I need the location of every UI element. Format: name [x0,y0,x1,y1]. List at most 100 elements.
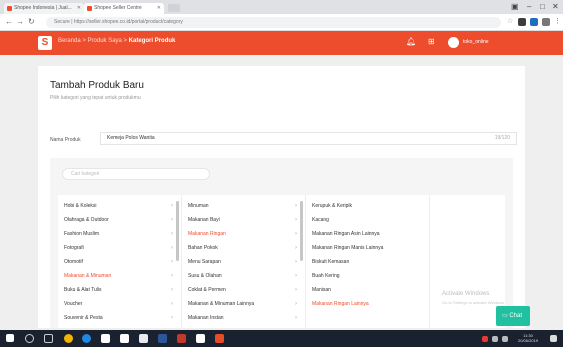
category-item[interactable]: Makanan Ringan Manis Lainnya [312,245,383,251]
apps-grid-icon[interactable]: ⊞ [428,37,435,46]
chevron-right-icon: › [171,245,173,251]
close-window-icon[interactable]: ✕ [552,2,559,11]
url-input[interactable]: Secure | https://seller.shopee.co.id/por… [46,17,501,28]
category-item[interactable]: Makanan & Minuman [64,273,111,279]
new-tab-button[interactable] [168,4,180,12]
product-name-label: Nama Produk [50,137,81,143]
category-item[interactable]: Kerupuk & Keripik [312,203,352,209]
chrome-icon[interactable] [64,334,73,343]
tray-icon[interactable] [482,336,488,342]
app-icon[interactable] [196,334,205,343]
column-scrollbar[interactable] [176,201,179,261]
category-search-input[interactable]: Cari kategori [62,168,210,180]
category-item[interactable]: Hobi & Koleksi [64,203,97,209]
category-column-level3: Kerupuk & Keripik Kacang Makanan Ringan As… [306,195,430,328]
volume-icon[interactable] [502,336,508,342]
page-subtitle: Pilih kategori yang tepat untuk produkmu [50,95,141,101]
star-icon[interactable]: ☆ [507,17,513,25]
category-item[interactable]: Kacang [312,217,329,223]
category-item[interactable]: Manisan [312,287,331,293]
extension-icon[interactable] [542,18,550,26]
network-icon[interactable] [492,336,498,342]
chevron-right-icon: › [171,287,173,293]
category-item[interactable]: Buku & Alat Tulis [64,287,102,293]
store-icon[interactable] [101,334,110,343]
category-item[interactable]: Olahraga & Outdoor [64,217,109,223]
category-item[interactable]: Otomotif [64,259,83,265]
column-scrollbar[interactable] [300,201,303,261]
category-item[interactable]: Makanan Ringan Asin Lainnya [312,231,380,237]
product-name-value: Kemeja Polos Wanita [107,135,155,141]
add-product-card: Tambah Produk Baru Pilih kategori yang t… [38,66,525,328]
username[interactable]: toko_online [463,39,489,45]
category-item[interactable]: Makanan Ringan Lainnya [312,301,369,307]
category-item[interactable]: Makanan & Minuman Lainnya [188,301,254,307]
shopee-logo-icon[interactable]: S [38,36,52,50]
ie-icon[interactable] [82,334,91,343]
notifications-icon[interactable] [550,335,557,342]
chevron-right-icon: › [295,203,297,209]
browser-menu-icon[interactable]: ⋮ [554,17,561,25]
extension-icon[interactable] [530,18,538,26]
category-columns: Hobi & Koleksi › Olahraga & Outdoor › Fashio… [58,195,505,328]
minimize-icon[interactable]: – [527,2,531,11]
url-text: Secure | https://seller.shopee.co.id/por… [54,19,183,25]
chevron-right-icon: › [295,287,297,293]
taskbar-clock[interactable]: 11:30 20/06/2019 [518,333,538,343]
task-view-icon[interactable] [44,334,53,343]
app-icon[interactable] [215,334,224,343]
avatar[interactable] [448,37,459,48]
chevron-right-icon: › [171,315,173,321]
app-icon[interactable] [177,334,186,343]
chevron-right-icon: › [295,315,297,321]
reload-icon[interactable]: ↻ [28,17,35,26]
browser-tab-label: Shopee Seller Centre [94,5,142,11]
category-item[interactable]: Minuman [188,203,209,209]
category-item[interactable]: Biskuit Kemasan [312,259,349,265]
category-item[interactable]: Makanan Ringan [188,231,226,237]
notification-bell-icon[interactable]: 🔔︎ [406,37,416,46]
breadcrumb-current: Kategori Produk [128,38,176,44]
close-tab-icon[interactable]: ✕ [157,3,161,14]
close-tab-icon[interactable]: ✕ [77,3,81,14]
mail-icon[interactable] [139,334,148,343]
windows-start-icon[interactable] [6,334,14,342]
activate-windows-subtitle: Go to Settings to activate Windows. [442,300,506,305]
chat-label: Chat [509,313,523,319]
category-item[interactable]: Voucher [64,301,82,307]
forward-icon[interactable]: → [16,17,24,26]
category-item[interactable]: Makanan Bayi [188,217,220,223]
category-item[interactable]: Bahan Pokok [188,245,218,251]
chevron-right-icon: › [295,245,297,251]
chevron-right-icon: › [171,231,173,237]
category-column-level4 [430,195,505,328]
chevron-right-icon: › [295,273,297,279]
product-name-input[interactable]: Kemeja Polos Wanita 19/120 [100,132,517,145]
user-profile-icon[interactable]: ▣ [511,2,519,11]
search-icon[interactable] [25,334,34,343]
category-item[interactable]: Buah Kering [312,273,340,279]
chat-icon: ▭ [502,313,508,319]
breadcrumb-links[interactable]: Beranda > Produk Saya > [58,38,129,44]
back-icon[interactable]: ← [5,17,13,26]
category-item[interactable]: Coklat & Permen [188,287,226,293]
chevron-right-icon: › [295,217,297,223]
category-item[interactable]: Menu Sarapan [188,259,221,265]
folder-icon[interactable] [120,334,129,343]
browser-tab-2[interactable]: Shopee Seller Centre ✕ [84,3,164,14]
char-counter: 19/120 [494,135,510,141]
windows-taskbar: 11:30 20/06/2019 [0,330,563,347]
category-item[interactable]: Susu & Olahan [188,273,222,279]
category-item[interactable]: Fashion Muslim [64,231,99,237]
breadcrumb: Beranda > Produk Saya > Kategori Produk [58,38,175,44]
chat-button[interactable]: ▭ Chat [496,306,530,326]
extension-icon[interactable] [518,18,526,26]
browser-tab-1[interactable]: Shopee Indonesia | Jual... ✕ [4,3,84,14]
chevron-right-icon: › [171,217,173,223]
page-title: Tambah Produk Baru [50,80,144,91]
category-item[interactable]: Fotografi [64,245,84,251]
category-item[interactable]: Souvenir & Pesta [64,315,103,321]
category-item[interactable]: Makanan Instan [188,315,224,321]
word-icon[interactable] [158,334,167,343]
maximize-icon[interactable]: □ [540,2,545,11]
